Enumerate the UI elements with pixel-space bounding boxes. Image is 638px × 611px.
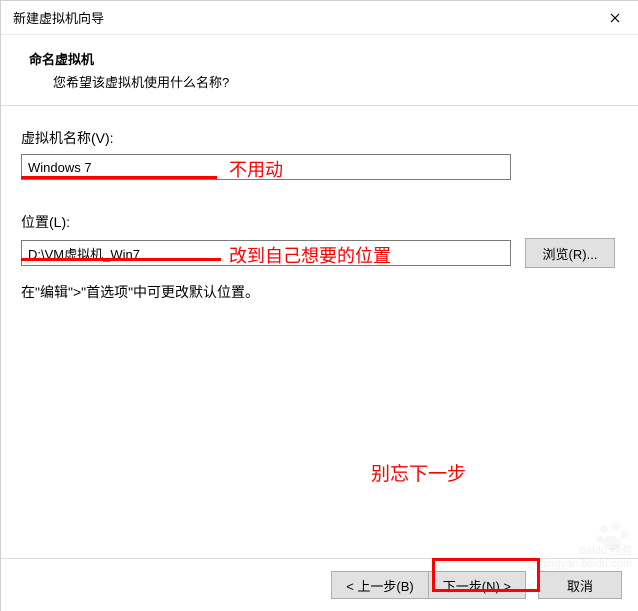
- window-title: 新建虚拟机向导: [13, 8, 104, 27]
- header-title: 命名虚拟机: [29, 49, 620, 68]
- browse-button[interactable]: 浏览(R)...: [525, 238, 615, 268]
- vm-name-label: 虚拟机名称(V):: [21, 128, 618, 148]
- titlebar: 新建虚拟机向导: [1, 1, 638, 35]
- wizard-window: 新建虚拟机向导 命名虚拟机 您希望该虚拟机使用什么名称? 虚拟机名称(V): 不…: [0, 0, 638, 611]
- window-close-button[interactable]: [592, 2, 638, 34]
- wizard-header: 命名虚拟机 您希望该虚拟机使用什么名称?: [1, 35, 638, 106]
- back-button[interactable]: < 上一步(B): [331, 571, 429, 599]
- cancel-button[interactable]: 取消: [538, 571, 622, 599]
- default-location-hint: 在"编辑">"首选项"中可更改默认位置。: [21, 282, 618, 302]
- wizard-body: 虚拟机名称(V): 不用动 位置(L): 浏览(R)... 改到自己想要的位置 …: [1, 106, 638, 558]
- wizard-footer: < 上一步(B) 下一步(N) > 取消: [1, 558, 638, 611]
- header-subtitle: 您希望该虚拟机使用什么名称?: [53, 72, 620, 91]
- nav-button-group: < 上一步(B) 下一步(N) >: [331, 571, 526, 599]
- next-button[interactable]: 下一步(N) >: [429, 571, 526, 599]
- close-icon: [610, 13, 620, 23]
- annotation-dont-forget: 别忘下一步: [371, 459, 466, 486]
- vm-name-input[interactable]: [21, 154, 511, 180]
- vm-location-input[interactable]: [21, 240, 511, 266]
- vm-location-label: 位置(L):: [21, 212, 618, 232]
